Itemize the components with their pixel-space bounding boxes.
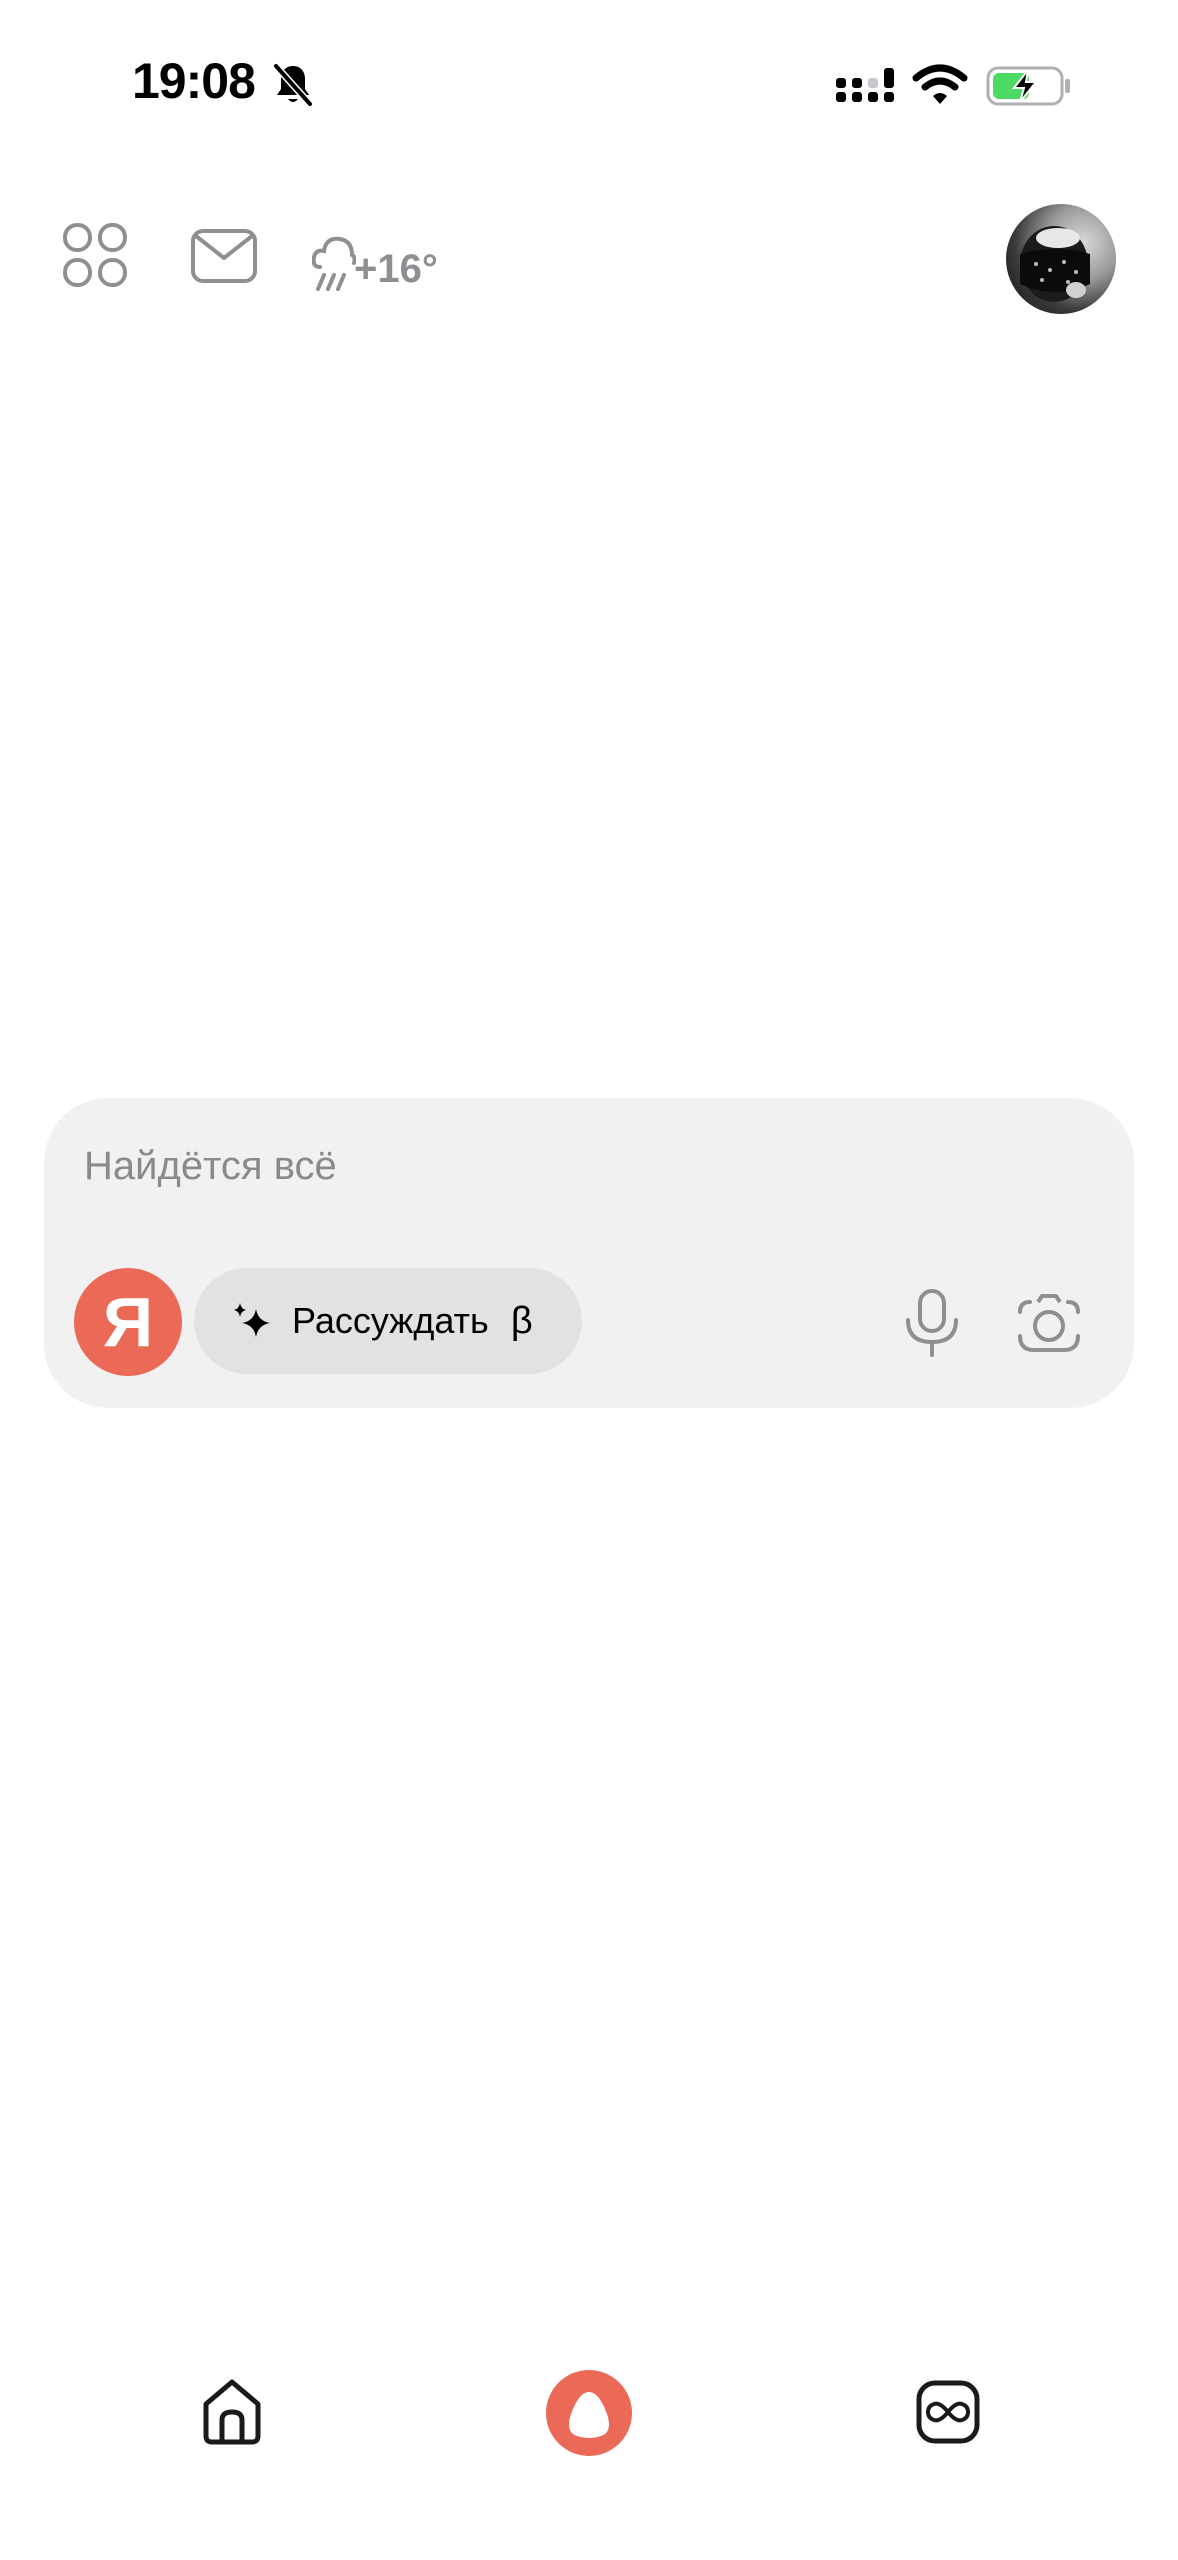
status-time: 19:08	[132, 53, 256, 109]
microphone-icon[interactable]	[902, 1288, 962, 1358]
search-input[interactable]	[84, 1136, 984, 1196]
reasoning-label: Рассуждать	[292, 1300, 489, 1341]
beta-badge: β	[510, 1299, 533, 1342]
reasoning-chip[interactable]: Рассуждать β	[194, 1268, 582, 1374]
sparkle-icon	[234, 1303, 270, 1337]
search-card: Я Рассуждать β	[44, 1098, 1134, 1408]
home-icon[interactable]	[200, 2378, 264, 2446]
battery-charging-icon	[986, 66, 1070, 106]
screen: 19:08 +16° Найдётся всё Я Рассуждать β	[0, 0, 1178, 2560]
yandex-button[interactable]: Я	[74, 1268, 182, 1376]
weather-temperature: +16°	[354, 246, 438, 291]
infinity-icon[interactable]	[916, 2380, 980, 2444]
rain-cloud-icon	[312, 236, 356, 291]
weather-widget[interactable]: +16°	[312, 226, 438, 298]
mail-icon[interactable]	[190, 228, 258, 284]
camera-icon[interactable]	[1014, 1292, 1084, 1356]
alice-icon	[569, 2392, 609, 2438]
user-avatar[interactable]	[1006, 204, 1116, 314]
wifi-icon	[912, 64, 968, 104]
cellular-signal-icon	[836, 68, 894, 102]
alice-button[interactable]	[546, 2370, 632, 2456]
bell-off-icon	[273, 63, 313, 107]
grid-icon[interactable]	[62, 222, 128, 288]
avatar-photo	[1020, 226, 1090, 302]
